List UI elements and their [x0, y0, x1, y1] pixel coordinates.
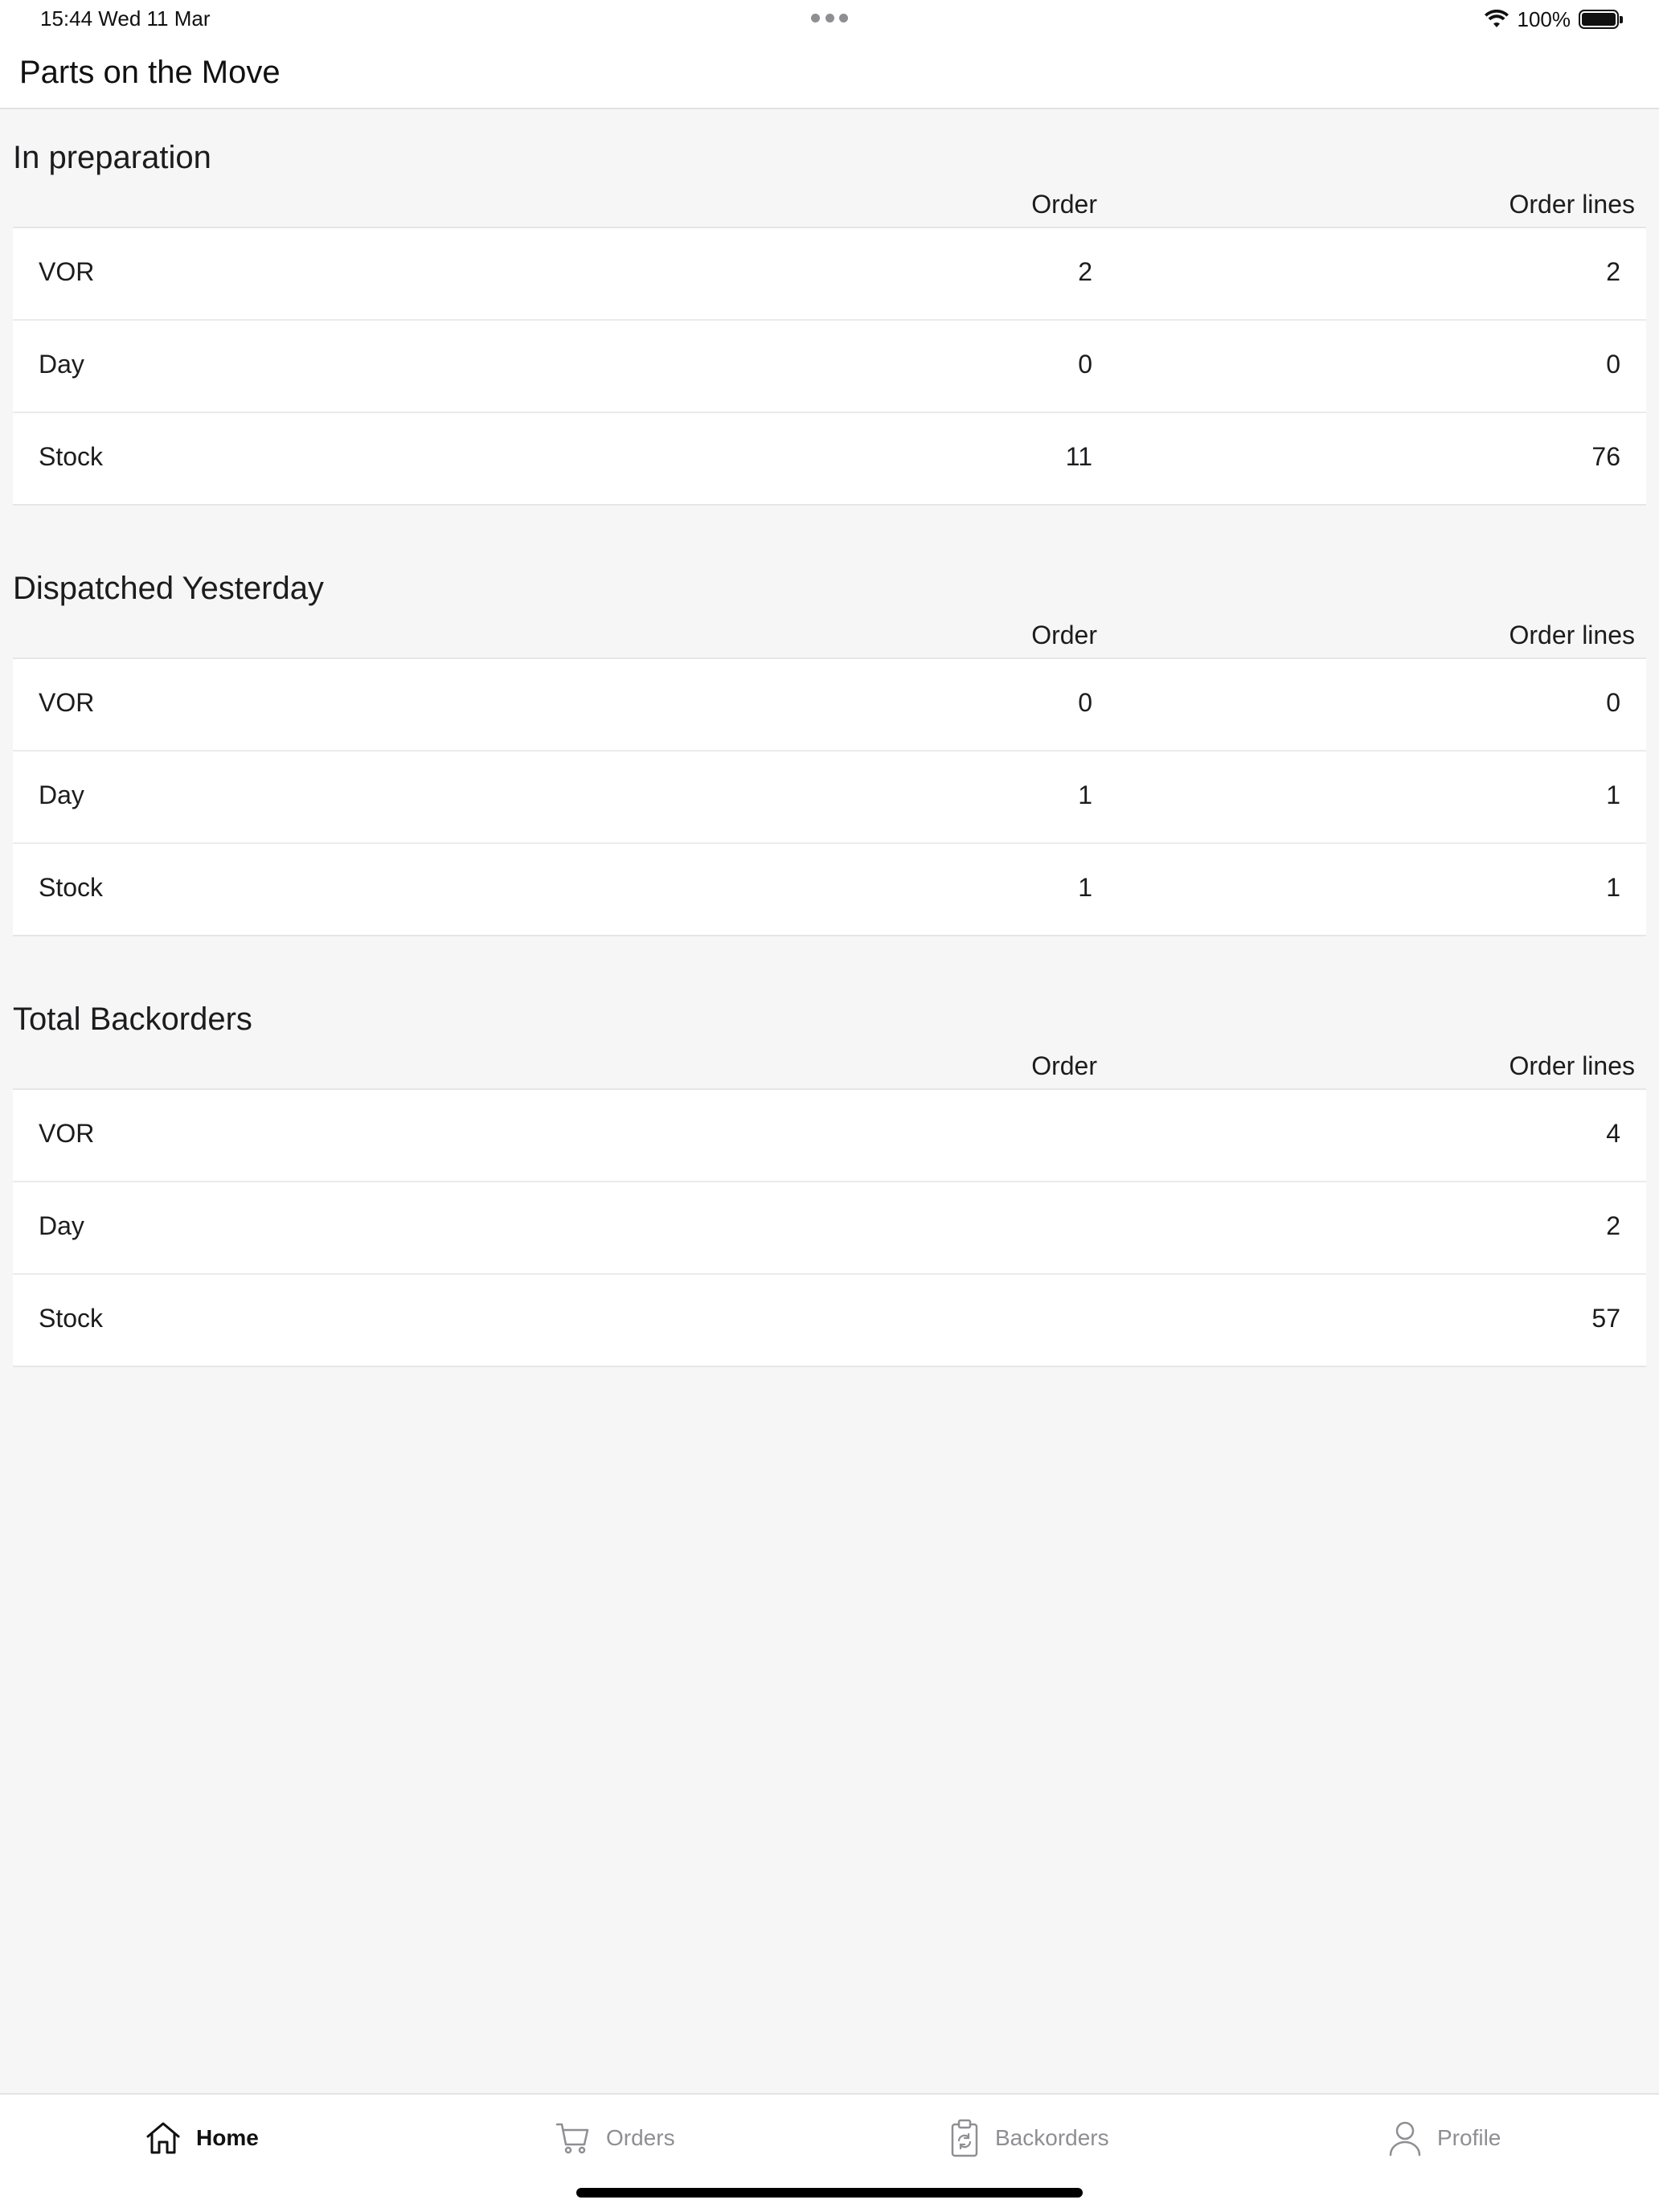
row-label: Day [39, 350, 84, 379]
row-order-count: 11 [1065, 442, 1092, 471]
row-label: Day [39, 780, 84, 809]
row-order-lines-count: 2 [1606, 257, 1620, 286]
row-label: Stock [39, 442, 104, 471]
row-label: VOR [39, 688, 95, 717]
row-order-count: 1 [1078, 780, 1092, 809]
row-order-lines-count: 1 [1606, 873, 1620, 902]
section-total-backorders: Total Backorders Order Order lines VOR 4… [13, 1002, 1646, 1371]
tab-label: Profile [1437, 2125, 1501, 2150]
table-row[interactable]: VOR 2 2 [13, 228, 1646, 321]
table-row[interactable]: VOR 4 [13, 1090, 1646, 1182]
wifi-icon [1484, 10, 1509, 27]
row-order-count: 0 [1078, 350, 1092, 379]
tab-label: Backorders [995, 2125, 1109, 2150]
table-row[interactable]: Day 1 1 [13, 752, 1646, 844]
tab-profile[interactable]: Profile [1387, 2116, 1501, 2161]
table-row[interactable]: Day 0 0 [13, 321, 1646, 413]
column-header-order: Order [1031, 1051, 1097, 1080]
row-label: Stock [39, 1304, 104, 1333]
multitasking-dots-icon[interactable] [811, 14, 848, 23]
row-order-lines-count: 76 [1591, 442, 1620, 471]
battery-icon [1579, 10, 1623, 29]
row-order-count: 2 [1078, 257, 1092, 286]
section-title: In preparation [13, 140, 211, 175]
person-icon [1389, 2121, 1421, 2157]
table-row[interactable]: VOR 0 0 [13, 659, 1646, 752]
row-label: VOR [39, 257, 95, 286]
page-title: Parts on the Move [19, 55, 281, 90]
column-header-order-lines: Order lines [1509, 621, 1636, 649]
column-header-order: Order [1031, 621, 1097, 649]
column-header-order-lines: Order lines [1509, 1051, 1636, 1080]
clipboard-refresh-icon [951, 2119, 978, 2157]
row-order-count: 1 [1078, 873, 1092, 902]
row-order-count: 0 [1078, 688, 1092, 717]
status-indicators: 100% [1484, 5, 1623, 34]
home-icon [146, 2122, 180, 2154]
table-row[interactable]: Stock 1 1 [13, 844, 1646, 935]
cart-icon [555, 2123, 589, 2154]
column-header-order: Order [1031, 190, 1097, 219]
row-label: Stock [39, 873, 104, 902]
section-title: Dispatched Yesterday [13, 571, 324, 606]
home-indicator[interactable] [576, 2188, 1083, 2198]
tab-backorders[interactable]: Backorders [948, 2116, 1109, 2161]
row-order-lines-count: 1 [1606, 780, 1620, 809]
row-order-lines-count: 57 [1591, 1304, 1620, 1333]
tab-home[interactable]: Home [145, 2116, 259, 2161]
tab-label: Home [196, 2125, 259, 2150]
summary-table: VOR 4 Day 2 Stock 57 [13, 1088, 1646, 1367]
table-row[interactable]: Day 2 [13, 1182, 1646, 1275]
battery-percentage: 100% [1517, 6, 1571, 31]
summary-table: VOR 0 0 Day 1 1 Stock 1 1 [13, 657, 1646, 936]
row-label: VOR [39, 1119, 95, 1148]
section-dispatched-yesterday: Dispatched Yesterday Order Order lines V… [13, 571, 1646, 940]
column-header-order-lines: Order lines [1509, 190, 1636, 219]
summary-table: VOR 2 2 Day 0 0 Stock 11 76 [13, 227, 1646, 506]
app-header: Parts on the Move [0, 39, 1659, 109]
row-order-lines-count: 4 [1606, 1119, 1620, 1148]
section-in-preparation: In preparation Order Order lines VOR 2 2… [13, 140, 1646, 510]
table-row[interactable]: Stock 57 [13, 1275, 1646, 1366]
row-order-lines-count: 2 [1606, 1211, 1620, 1240]
row-order-lines-count: 0 [1606, 688, 1620, 717]
status-time-date: 15:44 Wed 11 Mar [40, 6, 211, 31]
table-row[interactable]: Stock 11 76 [13, 413, 1646, 504]
section-title: Total Backorders [13, 1002, 252, 1037]
row-order-lines-count: 0 [1606, 350, 1620, 379]
row-label: Day [39, 1211, 84, 1240]
tab-label: Orders [606, 2125, 675, 2150]
status-bar: 15:44 Wed 11 Mar 100% [0, 0, 1659, 39]
tab-orders[interactable]: Orders [555, 2116, 675, 2161]
